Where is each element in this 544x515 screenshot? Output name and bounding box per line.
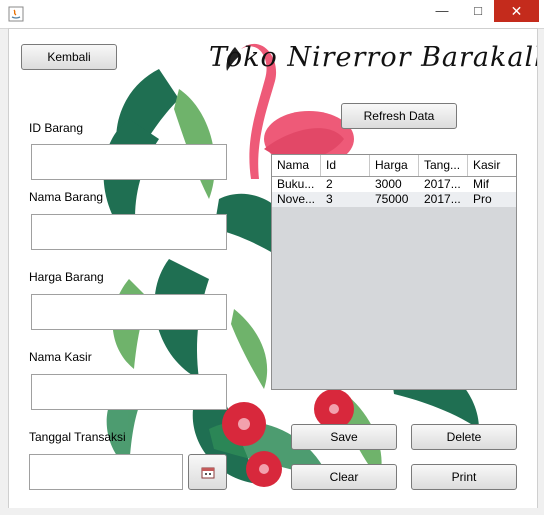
table-cell: Buku... — [277, 177, 315, 191]
close-icon: ✕ — [510, 3, 523, 19]
refresh-data-button[interactable]: Refresh Data — [341, 103, 457, 129]
window-frame-bottom — [0, 508, 544, 515]
id-barang-label: ID Barang — [29, 121, 84, 135]
table-row[interactable]: Buku... 2 3000 2017... Mif — [272, 177, 516, 192]
transaction-table[interactable]: Nama Id Harga Tang... Kasir Buku... 2 30… — [271, 154, 517, 390]
minimize-button[interactable]: — — [426, 0, 458, 22]
clear-button[interactable]: Clear — [291, 464, 397, 490]
table-cell: 2017... — [424, 177, 461, 191]
calendar-icon — [201, 467, 214, 479]
table-cell: 3000 — [375, 177, 402, 191]
table-cell: 75000 — [375, 192, 409, 206]
table-cell: 2017... — [424, 192, 461, 206]
nama-barang-label: Nama Barang — [29, 190, 104, 204]
table-row[interactable]: Nove... 3 75000 2017... Pro — [272, 192, 516, 207]
table-header: Nama Id Harga Tang... Kasir — [272, 155, 516, 177]
nama-kasir-label: Nama Kasir — [29, 350, 92, 364]
delete-button-label: Delete — [446, 430, 482, 444]
minimize-icon: — — [435, 3, 449, 18]
table-cell: 3 — [326, 192, 333, 206]
print-button[interactable]: Print — [411, 464, 517, 490]
save-button-label: Save — [330, 430, 358, 444]
column-header-tanggal[interactable]: Tang... — [419, 155, 468, 176]
store-title: Toko Nirerror Barakallah — [209, 42, 537, 73]
date-picker-button[interactable] — [188, 454, 227, 490]
back-button[interactable]: Kembali — [21, 44, 117, 70]
delete-button[interactable]: Delete — [411, 424, 517, 450]
harga-barang-label: Harga Barang — [29, 270, 104, 284]
harga-barang-input[interactable] — [31, 294, 227, 330]
column-header-id[interactable]: Id — [321, 155, 370, 176]
close-button[interactable]: ✕ — [494, 0, 539, 22]
clear-button-label: Clear — [329, 470, 359, 484]
save-button[interactable]: Save — [291, 424, 397, 450]
tanggal-transaksi-label: Tanggal Transaksi — [29, 430, 126, 444]
maximize-icon: □ — [474, 3, 482, 18]
back-button-label: Kembali — [47, 50, 91, 64]
window-titlebar[interactable]: — □ ✕ — [0, 0, 544, 29]
main-panel: Toko Nirerror Barakallah Kembali Refresh… — [8, 28, 538, 510]
table-cell: Pro — [473, 192, 492, 206]
column-header-kasir[interactable]: Kasir — [468, 155, 516, 176]
java-icon — [8, 6, 24, 22]
refresh-data-label: Refresh Data — [363, 109, 435, 123]
table-cell: Mif — [473, 177, 489, 191]
maximize-button[interactable]: □ — [462, 0, 494, 22]
table-cell: Nove... — [277, 192, 316, 206]
table-cell: 2 — [326, 177, 333, 191]
column-header-harga[interactable]: Harga — [370, 155, 419, 176]
tanggal-transaksi-input[interactable] — [29, 454, 183, 490]
id-barang-input[interactable] — [31, 144, 227, 180]
print-button-label: Print — [451, 470, 477, 484]
column-header-nama[interactable]: Nama — [272, 155, 321, 176]
nama-kasir-input[interactable] — [31, 374, 227, 410]
nama-barang-input[interactable] — [31, 214, 227, 250]
